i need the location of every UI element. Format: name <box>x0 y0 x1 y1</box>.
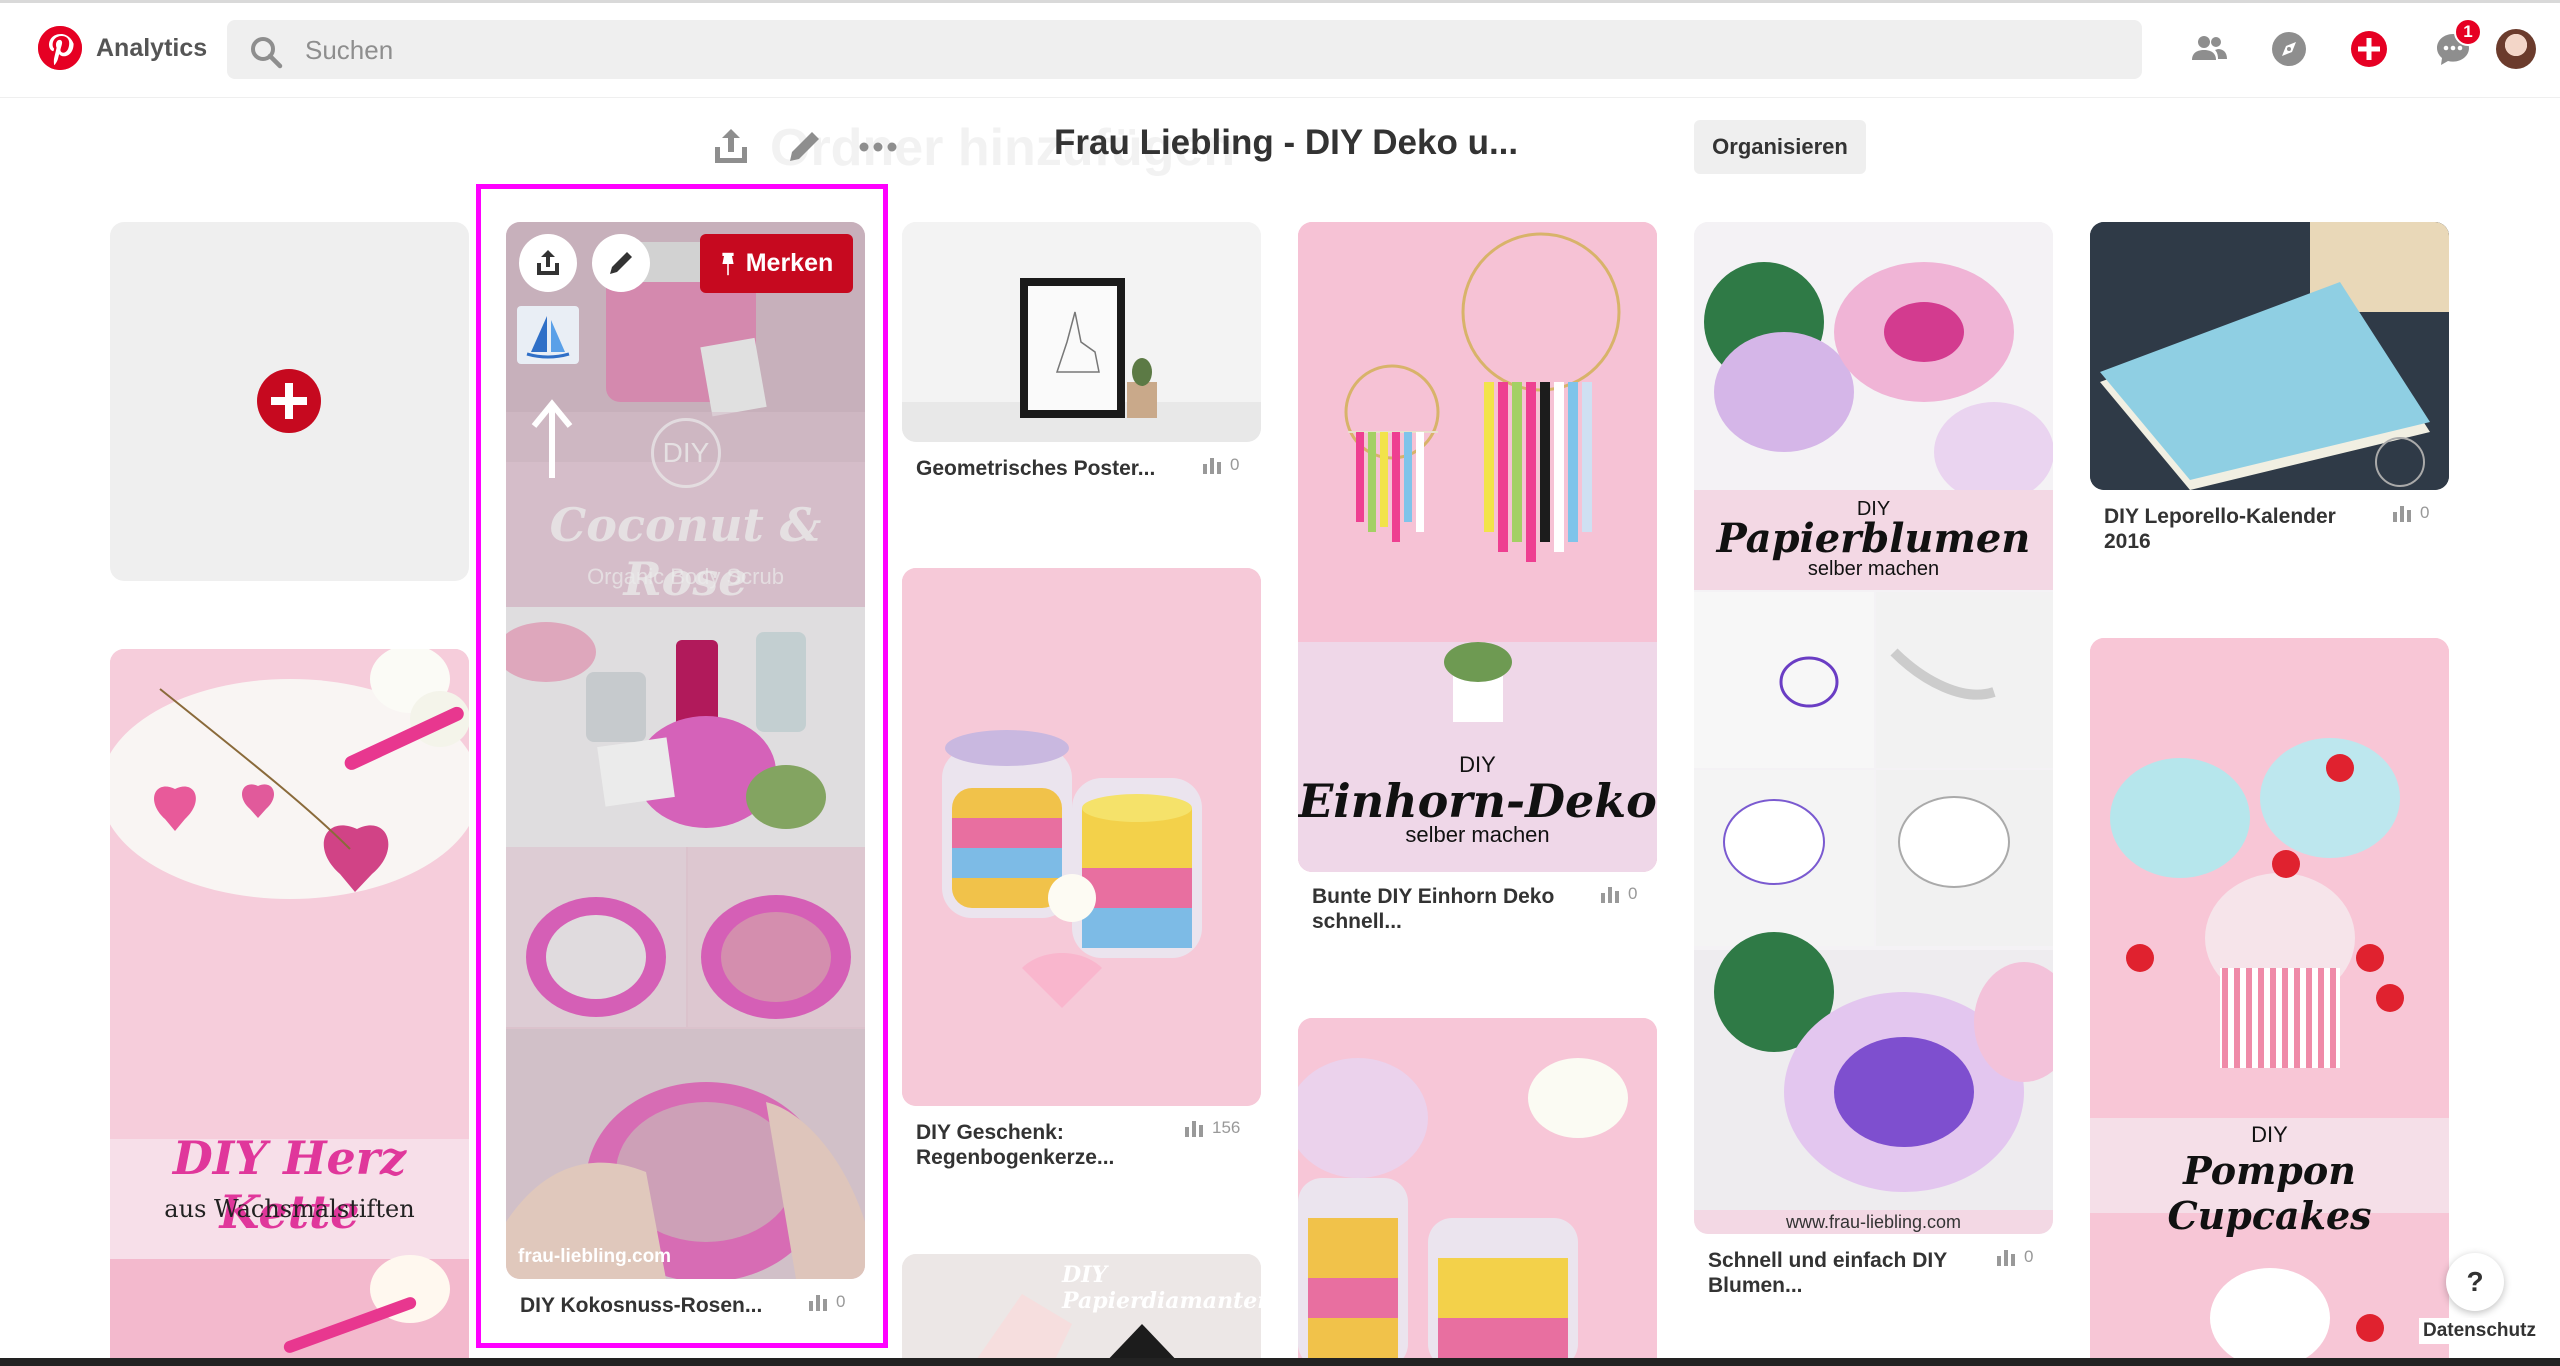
pin-image[interactable]: DIY Herz Kette aus Wachsmalstiften <box>110 649 469 1366</box>
pin-stat: 0 <box>1600 884 1637 904</box>
privacy-link[interactable]: Datenschutz <box>2419 1318 2540 1344</box>
notification-badge: 1 <box>2454 18 2482 46</box>
edit-icon <box>610 252 632 274</box>
window-bottom-edge <box>0 1358 2560 1366</box>
board-title: Frau Liebling - DIY Deko u... <box>1054 123 1519 162</box>
pin-herz-kette[interactable]: DIY Herz Kette aus Wachsmalstiften <box>110 649 469 1366</box>
pin-title[interactable]: Geometrisches Poster... <box>916 456 1155 481</box>
people-icon[interactable] <box>2188 28 2230 70</box>
hover-dim <box>506 222 865 1279</box>
pin-overlay-title: Einhorn-Deko <box>1298 774 1657 828</box>
pin-papierdiamanten[interactable]: DIY Papierdiamanten <box>902 1254 1261 1366</box>
pin-kokosnuss-rosen[interactable]: DIY Coconut & Rose Organic Body Scrub fr… <box>506 222 865 1322</box>
pin-overlay-subtitle: selber machen <box>1807 558 1940 580</box>
pin-stat-value: 0 <box>2420 503 2430 522</box>
pin-image[interactable] <box>2090 222 2449 490</box>
pin-leporello-kalender[interactable]: DIY Leporello-Kalender 2016 0 <box>2090 222 2449 562</box>
pin-title[interactable]: DIY Kokosnuss-Rosen... <box>520 1293 762 1318</box>
pin-stat: 156 <box>1184 1118 1240 1138</box>
share-button[interactable] <box>519 234 577 292</box>
pin-stat-value: 0 <box>1628 884 1638 903</box>
add-icon[interactable] <box>2348 28 2390 70</box>
pin-image[interactable]: DIY Pompon Cupcakes <box>2090 638 2449 1366</box>
organize-button[interactable]: Organisieren <box>1694 120 1866 174</box>
pin-overlay-url: www.frau-liebling.com <box>1785 1212 1962 1232</box>
add-icon <box>257 369 321 433</box>
pin-stat: 0 <box>2392 503 2429 523</box>
pin-title[interactable]: Schnell und einfach DIY Blumen... <box>1708 1248 1978 1298</box>
pin-stat-value: 0 <box>1230 455 1240 474</box>
stats-icon <box>1601 887 1619 903</box>
help-button[interactable]: ? <box>2446 1253 2504 1311</box>
stats-icon <box>1185 1121 1203 1137</box>
search-icon <box>249 35 283 69</box>
pin-stat-value: 156 <box>1212 1118 1241 1137</box>
top-bar: Analytics 1 <box>0 0 2560 98</box>
pin-title[interactable]: DIY Leporello-Kalender 2016 <box>2104 504 2344 554</box>
stats-icon <box>1997 1250 2015 1266</box>
pin-regenbogenkerze[interactable]: DIY Geschenk: Regenbogenkerze... 156 <box>902 568 1261 1178</box>
share-icon[interactable] <box>709 125 753 169</box>
search-bar[interactable] <box>227 20 2142 79</box>
pin-overlay-title: DIY Papierdiamanten <box>1062 1262 1261 1314</box>
pin-image[interactable]: DIY Einhorn-Deko selber machen <box>1298 222 1657 872</box>
add-pin-card[interactable] <box>110 222 469 581</box>
pin-title[interactable]: Bunte DIY Einhorn Deko schnell... <box>1312 884 1582 934</box>
pin-overlay-title: Papierblumen <box>1716 515 2031 562</box>
pin-image[interactable] <box>1298 1018 1657 1366</box>
pinterest-logo-icon[interactable] <box>38 26 82 70</box>
brand-label[interactable]: Analytics <box>96 34 207 63</box>
pin-overlay-diy: DIY <box>2251 1122 2288 1147</box>
edit-icon[interactable] <box>782 125 826 169</box>
pin-papierblumen[interactable]: DIY Papierblumen selber machen www.frau-… <box>1694 222 2053 1302</box>
pin-kerze-glas[interactable] <box>1298 1018 1657 1366</box>
pin-image[interactable] <box>902 568 1261 1106</box>
pin-overlay-subtitle: selber machen <box>1405 822 1550 847</box>
pin-image[interactable]: DIY Papierblumen selber machen www.frau-… <box>1694 222 2053 1234</box>
pin-einhorn-deko[interactable]: DIY Einhorn-Deko selber machen Bunte DIY… <box>1298 222 1657 942</box>
pin-stat: 0 <box>808 1292 845 1312</box>
pin-stat: 0 <box>1996 1247 2033 1267</box>
pin-source-link[interactable]: frau-liebling.com <box>518 1246 671 1268</box>
stats-icon <box>1203 458 1221 474</box>
stats-icon <box>809 1295 827 1311</box>
pin-stat-value: 0 <box>2024 1247 2034 1266</box>
search-input[interactable] <box>305 30 2105 70</box>
pin-icon <box>722 252 734 275</box>
pin-image[interactable]: DIY Coconut & Rose Organic Body Scrub fr… <box>506 222 865 1279</box>
avatar[interactable] <box>2496 29 2536 69</box>
pin-overlay-title: Pompon Cupcakes <box>2167 1148 2372 1238</box>
pin-overlay-subtitle: aus Wachsmalstiften <box>164 1195 415 1223</box>
edit-button[interactable] <box>592 234 650 292</box>
pin-stat: 0 <box>1202 455 1239 475</box>
extension-sail-icon[interactable] <box>517 306 579 364</box>
stats-icon <box>2393 506 2411 522</box>
share-icon <box>537 250 559 275</box>
window-edge <box>0 0 2560 3</box>
pin-geometrisches-poster[interactable]: Geometrisches Poster... 0 <box>902 222 1261 492</box>
save-button[interactable]: Merken <box>700 234 853 293</box>
save-button-label: Merken <box>745 249 834 277</box>
pin-image[interactable] <box>902 222 1261 442</box>
pin-stat-value: 0 <box>836 1292 846 1311</box>
arrow-up-icon <box>530 398 574 478</box>
more-icon[interactable] <box>856 125 900 169</box>
pin-image[interactable]: DIY Papierdiamanten <box>902 1254 1261 1366</box>
pin-pompon-cupcakes[interactable]: DIY Pompon Cupcakes <box>2090 638 2449 1366</box>
compass-icon[interactable] <box>2268 28 2310 70</box>
